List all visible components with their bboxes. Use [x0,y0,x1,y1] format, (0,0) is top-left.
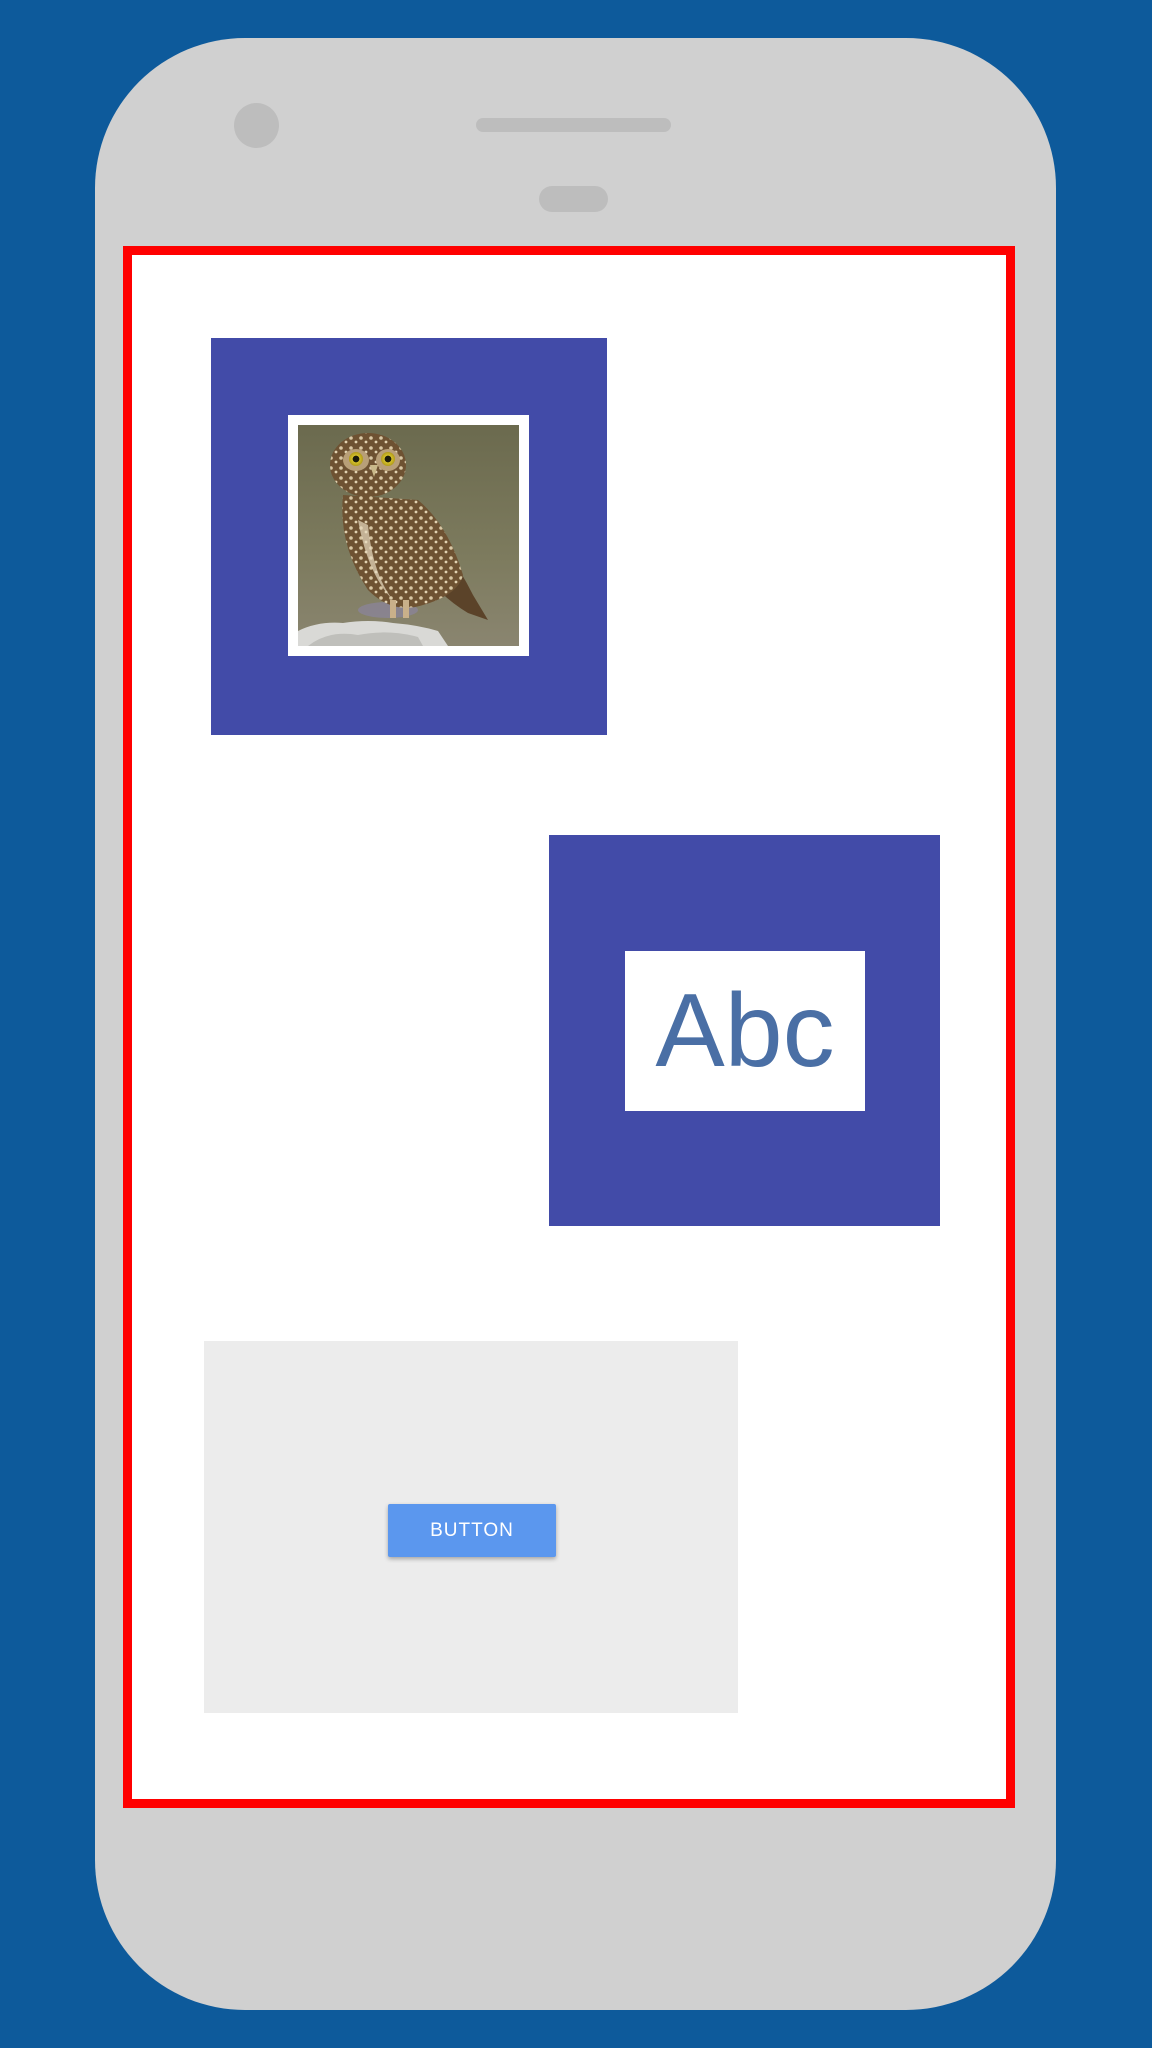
button-panel: BUTTON [204,1341,738,1713]
earpiece-speaker [476,118,671,132]
primary-button[interactable]: BUTTON [388,1504,556,1557]
text-box: Abc [625,951,865,1111]
image-frame [288,415,529,656]
proximity-sensor [539,186,608,212]
text-card: Abc [549,835,940,1226]
image-card [211,338,607,735]
front-camera [234,103,279,148]
sample-text: Abc [655,973,835,1089]
owl-image [298,425,519,646]
